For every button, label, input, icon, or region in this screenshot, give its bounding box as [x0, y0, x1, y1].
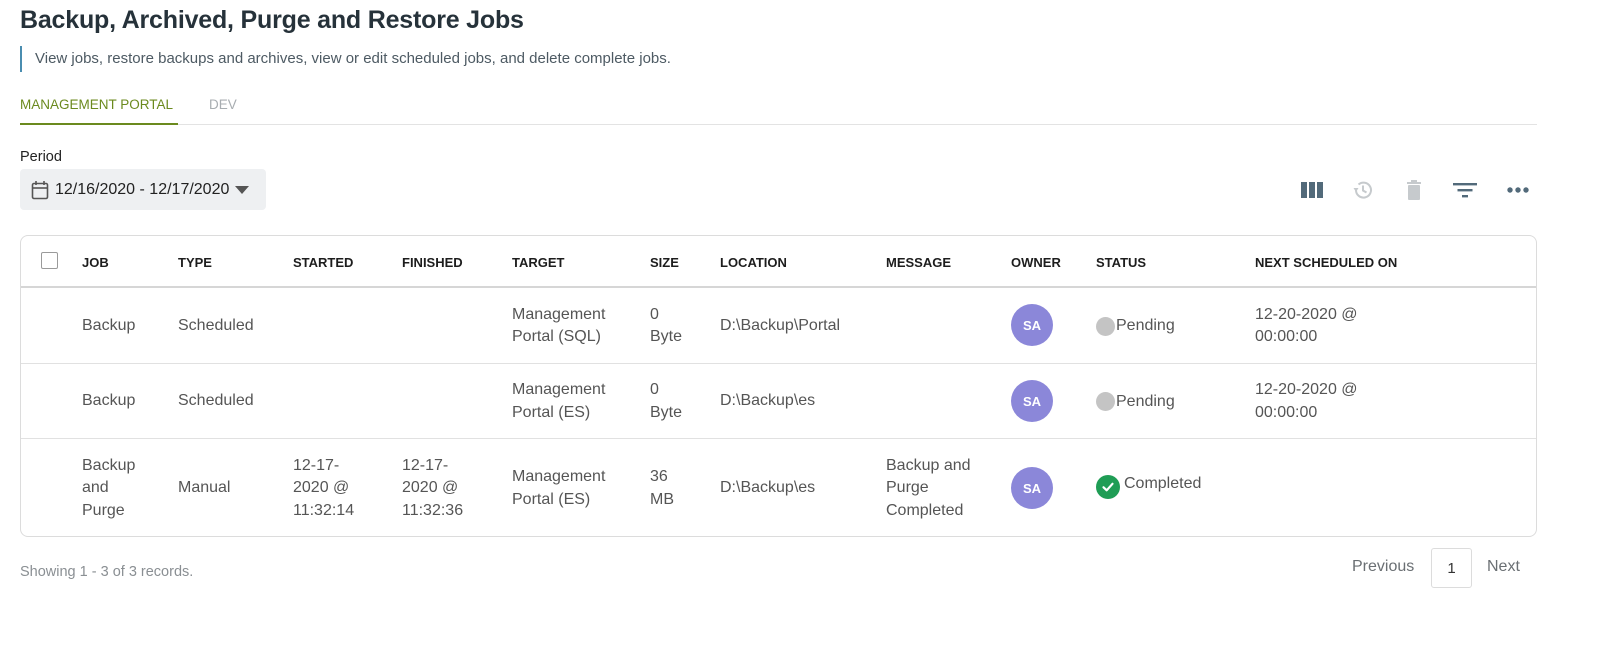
- status-text: Pending: [1116, 317, 1175, 334]
- period-label: Period: [20, 149, 62, 165]
- target-cell: Management Portal (ES): [512, 381, 606, 421]
- column-header-job[interactable]: JOB: [82, 255, 109, 270]
- pending-status-icon: [1096, 316, 1115, 336]
- previous-page-button[interactable]: Previous: [1352, 558, 1414, 576]
- target-cell: Management Portal (ES): [512, 468, 606, 508]
- column-header-next-scheduled[interactable]: NEXT SCHEDULED ON: [1255, 255, 1397, 270]
- size-cell: 0 Byte: [650, 305, 683, 346]
- finished-cell: 12-17-2020 @ 11:32:36: [402, 456, 464, 519]
- calendar-icon: [31, 180, 49, 200]
- job-cell: Backup: [82, 316, 136, 334]
- location-cell: D:\Backup\Portal: [720, 316, 841, 334]
- avatar: SA: [1011, 467, 1053, 509]
- type-cell: Manual: [178, 479, 231, 497]
- column-header-size[interactable]: SIZE: [650, 255, 679, 270]
- size-cell: 0 Byte: [650, 381, 683, 421]
- location-cell: D:\Backup\es: [720, 392, 816, 410]
- column-header-status[interactable]: STATUS: [1096, 255, 1146, 270]
- page-subtitle: View jobs, restore backups and archives,…: [20, 46, 671, 72]
- next-scheduled-cell: 12-20-2020 @ 00:00:00: [1255, 305, 1358, 346]
- period-date-range-picker[interactable]: 12/16/2020 - 12/17/2020: [20, 169, 266, 210]
- chevron-down-icon: [235, 185, 250, 194]
- delete-icon[interactable]: [1401, 178, 1427, 202]
- next-page-button[interactable]: Next: [1487, 558, 1520, 576]
- next-scheduled-cell: [1255, 439, 1375, 536]
- column-header-location[interactable]: LOCATION: [720, 255, 787, 270]
- columns-icon[interactable]: [1299, 178, 1325, 202]
- next-scheduled-cell: 12-20-2020 @ 00:00:00: [1255, 381, 1358, 421]
- tab-management-portal[interactable]: MANAGEMENT PORTAL: [20, 92, 178, 125]
- tab-dev[interactable]: DEV: [209, 92, 237, 125]
- status-badge: Pending: [1096, 288, 1175, 364]
- job-cell: Backup and Purge: [82, 456, 136, 519]
- column-header-type[interactable]: TYPE: [178, 255, 212, 270]
- period-range-value: 12/16/2020 - 12/17/2020: [55, 180, 230, 198]
- status-text: Completed: [1124, 475, 1202, 492]
- filter-icon[interactable]: [1452, 178, 1478, 202]
- select-all-checkbox[interactable]: [41, 252, 58, 269]
- status-badge: Completed: [1096, 439, 1201, 529]
- job-cell: Backup: [82, 392, 136, 410]
- tab-bar: MANAGEMENT PORTAL DEV: [20, 92, 1537, 125]
- history-icon[interactable]: [1350, 178, 1376, 202]
- column-header-message[interactable]: MESSAGE: [886, 255, 951, 270]
- check-circle-icon: [1096, 475, 1120, 499]
- location-cell: D:\Backup\es: [720, 479, 816, 497]
- avatar: SA: [1011, 304, 1053, 346]
- started-cell: 12-17-2020 @ 11:32:14: [293, 456, 355, 519]
- column-header-owner[interactable]: OWNER: [1011, 255, 1061, 270]
- more-icon[interactable]: [1505, 178, 1531, 202]
- column-header-finished[interactable]: FINISHED: [402, 255, 463, 270]
- jobs-table: JOB TYPE STARTED FINISHED TARGET SIZE LO…: [20, 235, 1537, 537]
- avatar: SA: [1011, 380, 1053, 422]
- status-text: Pending: [1116, 392, 1175, 410]
- table-row[interactable]: Backup Scheduled Management Portal (ES) …: [21, 364, 1536, 439]
- size-cell: 36 MB: [650, 468, 674, 508]
- records-count: Showing 1 - 3 of 3 records.: [20, 564, 194, 580]
- table-row[interactable]: Backup and Purge Manual 12-17-2020 @ 11:…: [21, 439, 1536, 536]
- table-header: JOB TYPE STARTED FINISHED TARGET SIZE LO…: [21, 236, 1536, 288]
- table-row[interactable]: Backup Scheduled Management Portal (SQL)…: [21, 288, 1536, 364]
- page-title: Backup, Archived, Purge and Restore Jobs: [20, 6, 524, 34]
- column-header-started[interactable]: STARTED: [293, 255, 353, 270]
- type-cell: Scheduled: [178, 392, 254, 410]
- status-badge: Pending: [1096, 364, 1175, 439]
- column-header-target[interactable]: TARGET: [512, 255, 564, 270]
- message-cell: Backup and Purge Completed: [886, 456, 971, 519]
- page-number-button[interactable]: 1: [1431, 548, 1472, 588]
- type-cell: Scheduled: [178, 316, 254, 334]
- pending-status-icon: [1096, 392, 1115, 411]
- target-cell: Management Portal (SQL): [512, 305, 606, 346]
